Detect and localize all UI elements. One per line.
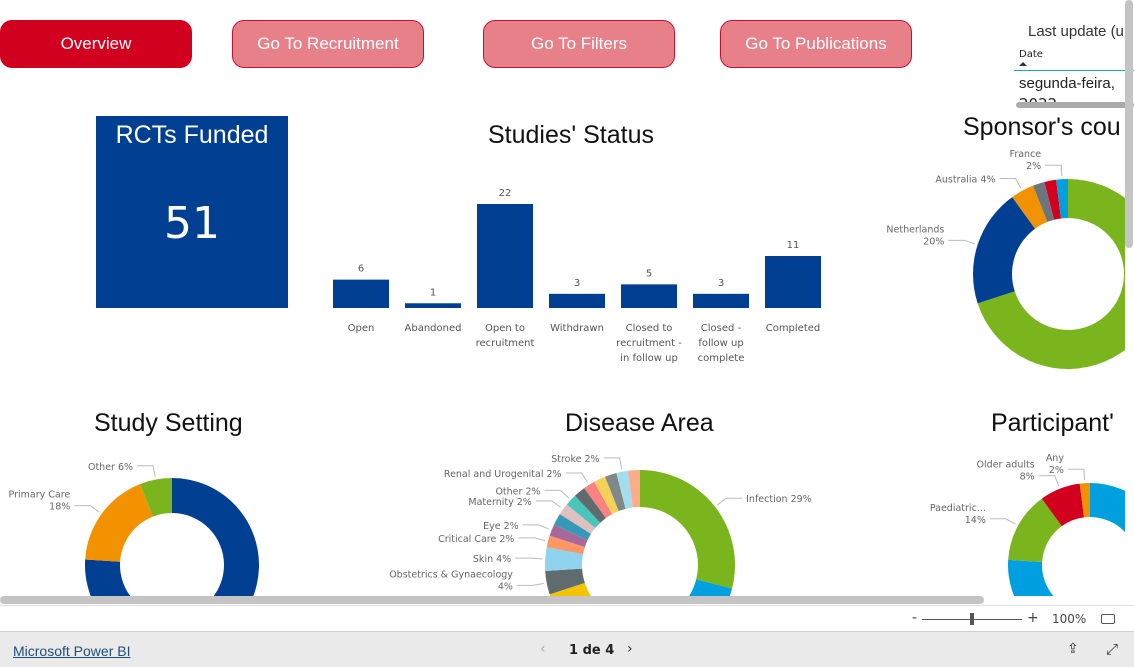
leader-line (518, 537, 546, 542)
slice-label: 4% (498, 581, 513, 592)
next-page-icon[interactable]: › (627, 641, 633, 657)
slice-label: 2% (1049, 465, 1064, 476)
leader-line (516, 582, 544, 586)
leader-line (74, 505, 100, 513)
slice-label: Netherlands (886, 224, 944, 235)
donut-charts: Netherlands20%Australia 4%France2%Primar… (9, 149, 1125, 596)
slice-label: Infection 29% (746, 494, 812, 505)
page-indicator: 1 de 4 (569, 643, 615, 658)
zoom-slider-handle[interactable] (970, 613, 974, 625)
leader-line (535, 500, 562, 508)
slice-label: 2% (1026, 161, 1041, 172)
leader-line (137, 465, 156, 477)
leader-line (1067, 468, 1086, 481)
slice-label: Stroke 2% (551, 454, 599, 465)
slice-label: Obstetrics & Gynaecology (389, 569, 513, 580)
report-canvas: Overview Go To Recruitment Go To Filters… (0, 0, 1134, 605)
fullscreen-icon[interactable]: ⤢ (1106, 640, 1118, 658)
power-bi-link[interactable]: Microsoft Power BI (13, 643, 130, 659)
donut-slice[interactable] (85, 484, 153, 562)
slice-label: 18% (49, 502, 70, 513)
slice-label: Australia 4% (935, 174, 995, 185)
slice-label: Critical Care 2% (438, 534, 514, 545)
slice-label: Older adults (977, 460, 1035, 471)
leader-line (948, 239, 975, 245)
zoom-bar: - + 100% (0, 605, 1134, 631)
slice-label: Any (1046, 453, 1065, 464)
leader-line (603, 457, 623, 469)
leader-line (999, 177, 1022, 189)
previous-page-icon[interactable]: ‹ (540, 641, 546, 657)
leader-line (1045, 164, 1063, 177)
slice-label: Other 2% (495, 486, 540, 497)
slice-label: Eye 2% (483, 521, 519, 532)
leader-line (544, 489, 569, 499)
vertical-scrollbar[interactable] (1125, 0, 1133, 248)
leader-line (565, 472, 588, 483)
zoom-level: 100% (1052, 612, 1087, 626)
slice-label: Primary Care (9, 490, 71, 501)
horizontal-scrollbar[interactable] (0, 596, 984, 604)
slice-label: Maternity 2% (468, 497, 531, 508)
fit-to-page-icon[interactable] (1101, 614, 1115, 624)
slice-label: Renal and Urogenital 2% (444, 469, 562, 480)
zoom-in-button[interactable]: + (1027, 610, 1039, 626)
leader-line (522, 524, 550, 530)
slice-label: Other 6% (88, 462, 133, 473)
slice-label: 14% (965, 515, 986, 526)
slice-label: France (1010, 149, 1042, 160)
zoom-out-button[interactable]: - (912, 610, 917, 626)
slice-label: 8% (1020, 472, 1035, 483)
share-icon[interactable]: ⇪ (1067, 641, 1079, 657)
donut-slice[interactable] (640, 470, 735, 589)
leader-line (1038, 475, 1060, 487)
footer-bar: Microsoft Power BI ‹ 1 de 4 › ⇪ ⤢ (0, 631, 1134, 667)
slice-label: Skin 4% (473, 554, 511, 565)
leader-line (717, 497, 743, 506)
slice-label: Paediatric... (930, 503, 986, 514)
slice-label: 20% (923, 236, 944, 247)
leader-line (515, 557, 543, 560)
leader-line (989, 518, 1016, 525)
